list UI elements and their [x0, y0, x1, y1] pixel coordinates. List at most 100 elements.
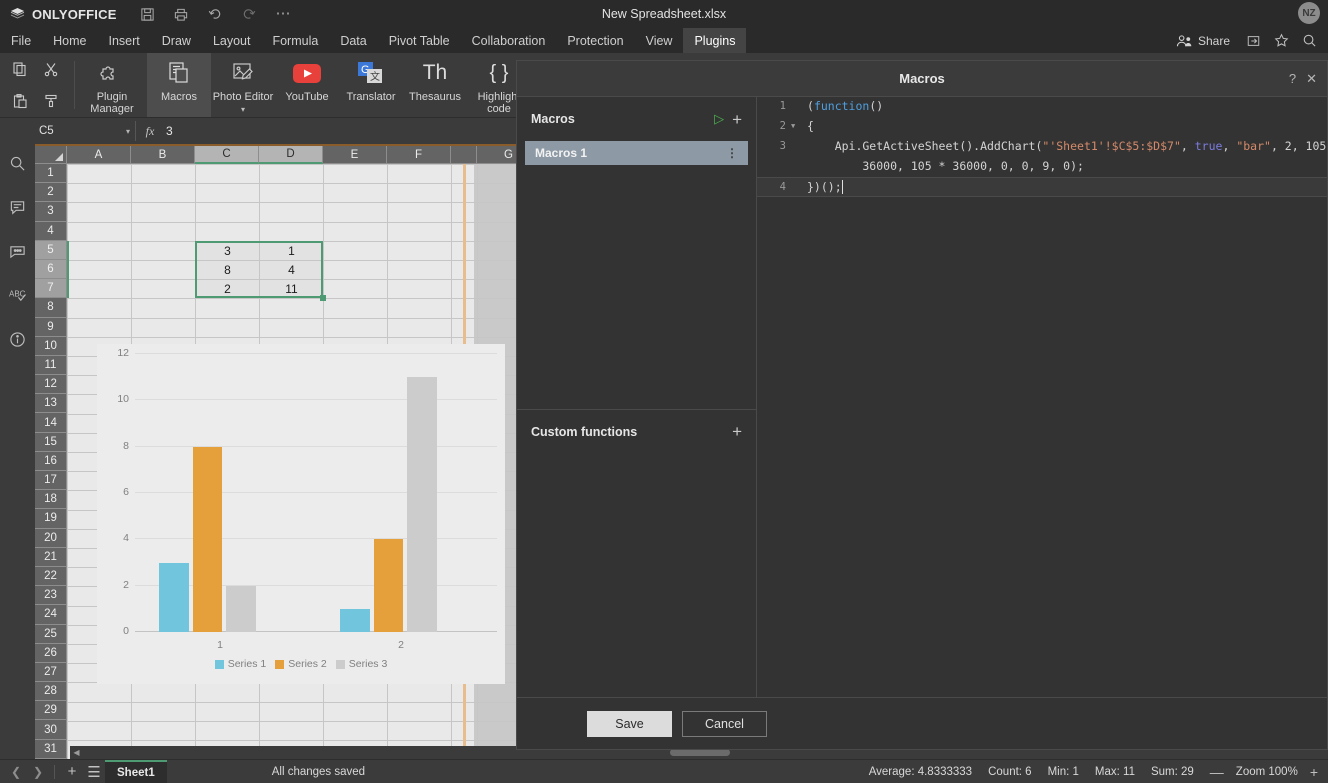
tab-home[interactable]: Home: [42, 28, 97, 53]
row-header-23[interactable]: 23: [35, 586, 67, 606]
cell-C5[interactable]: 3: [196, 241, 259, 260]
row-header-21[interactable]: 21: [35, 547, 67, 567]
code-content[interactable]: 1 (function() 2 ▼ {3 Api.GetActiveSheet().Ad…: [757, 97, 1327, 197]
undo-icon[interactable]: [198, 2, 232, 26]
zoom-in-icon[interactable]: +: [1310, 764, 1318, 780]
row-header-14[interactable]: 14: [35, 413, 67, 433]
print-icon[interactable]: [164, 2, 198, 26]
tab-formula[interactable]: Formula: [261, 28, 329, 53]
sheet-list-icon[interactable]: ☰: [83, 763, 105, 781]
row-header-10[interactable]: 10: [35, 336, 67, 356]
row-header-18[interactable]: 18: [35, 490, 67, 510]
macros-button[interactable]: Macros: [147, 53, 211, 117]
cut-icon[interactable]: [35, 53, 66, 85]
column-header-F[interactable]: F: [387, 146, 451, 164]
row-header-19[interactable]: 19: [35, 509, 67, 529]
thesaurus-button[interactable]: Th Thesaurus: [403, 53, 467, 117]
comments-icon[interactable]: [5, 194, 31, 220]
tab-file[interactable]: File: [0, 28, 42, 53]
search-icon[interactable]: [1296, 28, 1322, 53]
row-header-16[interactable]: 16: [35, 451, 67, 471]
tab-view[interactable]: View: [635, 28, 684, 53]
save-button[interactable]: Save: [587, 710, 672, 737]
kebab-menu-icon[interactable]: ⋮: [726, 146, 738, 160]
macro-code-editor[interactable]: 1 (function() 2 ▼ {3 Api.GetActiveSheet().Ad…: [757, 97, 1327, 697]
save-icon[interactable]: [130, 2, 164, 26]
cell-C6[interactable]: 8: [196, 261, 259, 280]
tab-collaboration[interactable]: Collaboration: [461, 28, 557, 53]
tab-data[interactable]: Data: [329, 28, 377, 53]
add-custom-function-icon[interactable]: +: [732, 423, 742, 440]
more-icon[interactable]: ⋯: [266, 2, 300, 26]
row-header-22[interactable]: 22: [35, 566, 67, 587]
star-icon[interactable]: [1268, 28, 1294, 53]
chat-icon[interactable]: [5, 238, 31, 264]
help-icon[interactable]: ?: [1289, 71, 1296, 86]
row-header-3[interactable]: 3: [35, 202, 67, 222]
scroll-left-icon[interactable]: ◀: [70, 748, 83, 757]
column-header-A[interactable]: A: [67, 146, 131, 164]
add-macro-icon[interactable]: +: [732, 111, 742, 128]
row-header-5[interactable]: 5: [35, 240, 67, 260]
row-header-1[interactable]: 1: [35, 164, 67, 184]
code-fold-icon[interactable]: ▼: [791, 117, 801, 130]
row-header-6[interactable]: 6: [35, 259, 67, 280]
row-header-25[interactable]: 25: [35, 624, 67, 644]
code-line[interactable]: 1 (function(): [757, 97, 1327, 117]
zoom-level[interactable]: Zoom 100%: [1236, 766, 1298, 778]
column-header-E[interactable]: E: [323, 146, 387, 164]
bar-chart[interactable]: 0 2 4 6 8 10 12 1 2 Series 1 Series 2 Series 3: [97, 344, 505, 684]
zoom-out-icon[interactable]: —: [1210, 764, 1224, 780]
tab-layout[interactable]: Layout: [202, 28, 262, 53]
hscroll-thumb[interactable]: [670, 749, 730, 756]
row-header-26[interactable]: 26: [35, 643, 67, 663]
sheet-tab-sheet1[interactable]: Sheet1: [105, 759, 167, 783]
copy-icon[interactable]: [4, 53, 35, 85]
code-line[interactable]: 2 ▼ {: [757, 117, 1327, 137]
tab-draw[interactable]: Draw: [151, 28, 202, 53]
row-header-29[interactable]: 29: [35, 701, 67, 721]
row-header-4[interactable]: 4: [35, 221, 67, 241]
name-box-chevron-down-icon[interactable]: ▾: [126, 127, 130, 136]
row-header-2[interactable]: 2: [35, 183, 67, 203]
translator-button[interactable]: G 文 Translator: [339, 53, 403, 117]
code-line[interactable]: 36000, 105 * 36000, 0, 0, 9, 0);: [757, 157, 1327, 177]
column-header-split[interactable]: [451, 146, 477, 164]
cell-D5[interactable]: 1: [260, 241, 323, 260]
formula-input[interactable]: 3: [164, 124, 173, 138]
chevron-left-icon[interactable]: ❮: [6, 765, 26, 779]
cancel-button[interactable]: Cancel: [682, 710, 767, 737]
column-header-C[interactable]: C: [195, 146, 259, 164]
row-header-24[interactable]: 24: [35, 605, 67, 625]
open-file-location-icon[interactable]: [1240, 28, 1266, 53]
row-header-7[interactable]: 7: [35, 279, 67, 299]
row-header-9[interactable]: 9: [35, 317, 67, 337]
cell-D6[interactable]: 4: [260, 261, 323, 280]
code-line[interactable]: 3 Api.GetActiveSheet().AddChart("'Sheet1…: [757, 137, 1327, 157]
name-box[interactable]: C5 ▾: [34, 121, 136, 141]
add-sheet-icon[interactable]: +: [61, 763, 83, 780]
run-macro-icon[interactable]: ▷: [714, 111, 724, 127]
code-line[interactable]: 4})();: [757, 177, 1327, 197]
row-header-8[interactable]: 8: [35, 298, 67, 318]
cell-D7[interactable]: 11: [260, 280, 323, 299]
row-header-15[interactable]: 15: [35, 432, 67, 452]
tab-protection[interactable]: Protection: [556, 28, 634, 53]
insert-function-icon[interactable]: fx: [136, 124, 164, 139]
column-header-B[interactable]: B: [131, 146, 195, 164]
row-header-11[interactable]: 11: [35, 355, 67, 376]
row-header-12[interactable]: 12: [35, 375, 67, 395]
paste-icon[interactable]: [4, 85, 35, 117]
fill-handle[interactable]: [320, 295, 326, 302]
youtube-button[interactable]: YouTube: [275, 53, 339, 117]
chevron-down-icon[interactable]: ▾: [241, 105, 245, 114]
copy-style-icon[interactable]: [35, 85, 66, 117]
plugin-manager-button[interactable]: Plugin Manager: [77, 53, 147, 117]
search-icon[interactable]: [5, 150, 31, 176]
tab-insert[interactable]: Insert: [98, 28, 151, 53]
select-all-corner[interactable]: [35, 146, 67, 164]
photo-editor-button[interactable]: Photo Editor ▾: [211, 53, 275, 117]
spellcheck-icon[interactable]: ABC: [5, 282, 31, 308]
avatar[interactable]: NZ: [1298, 2, 1320, 24]
row-header-17[interactable]: 17: [35, 471, 67, 491]
